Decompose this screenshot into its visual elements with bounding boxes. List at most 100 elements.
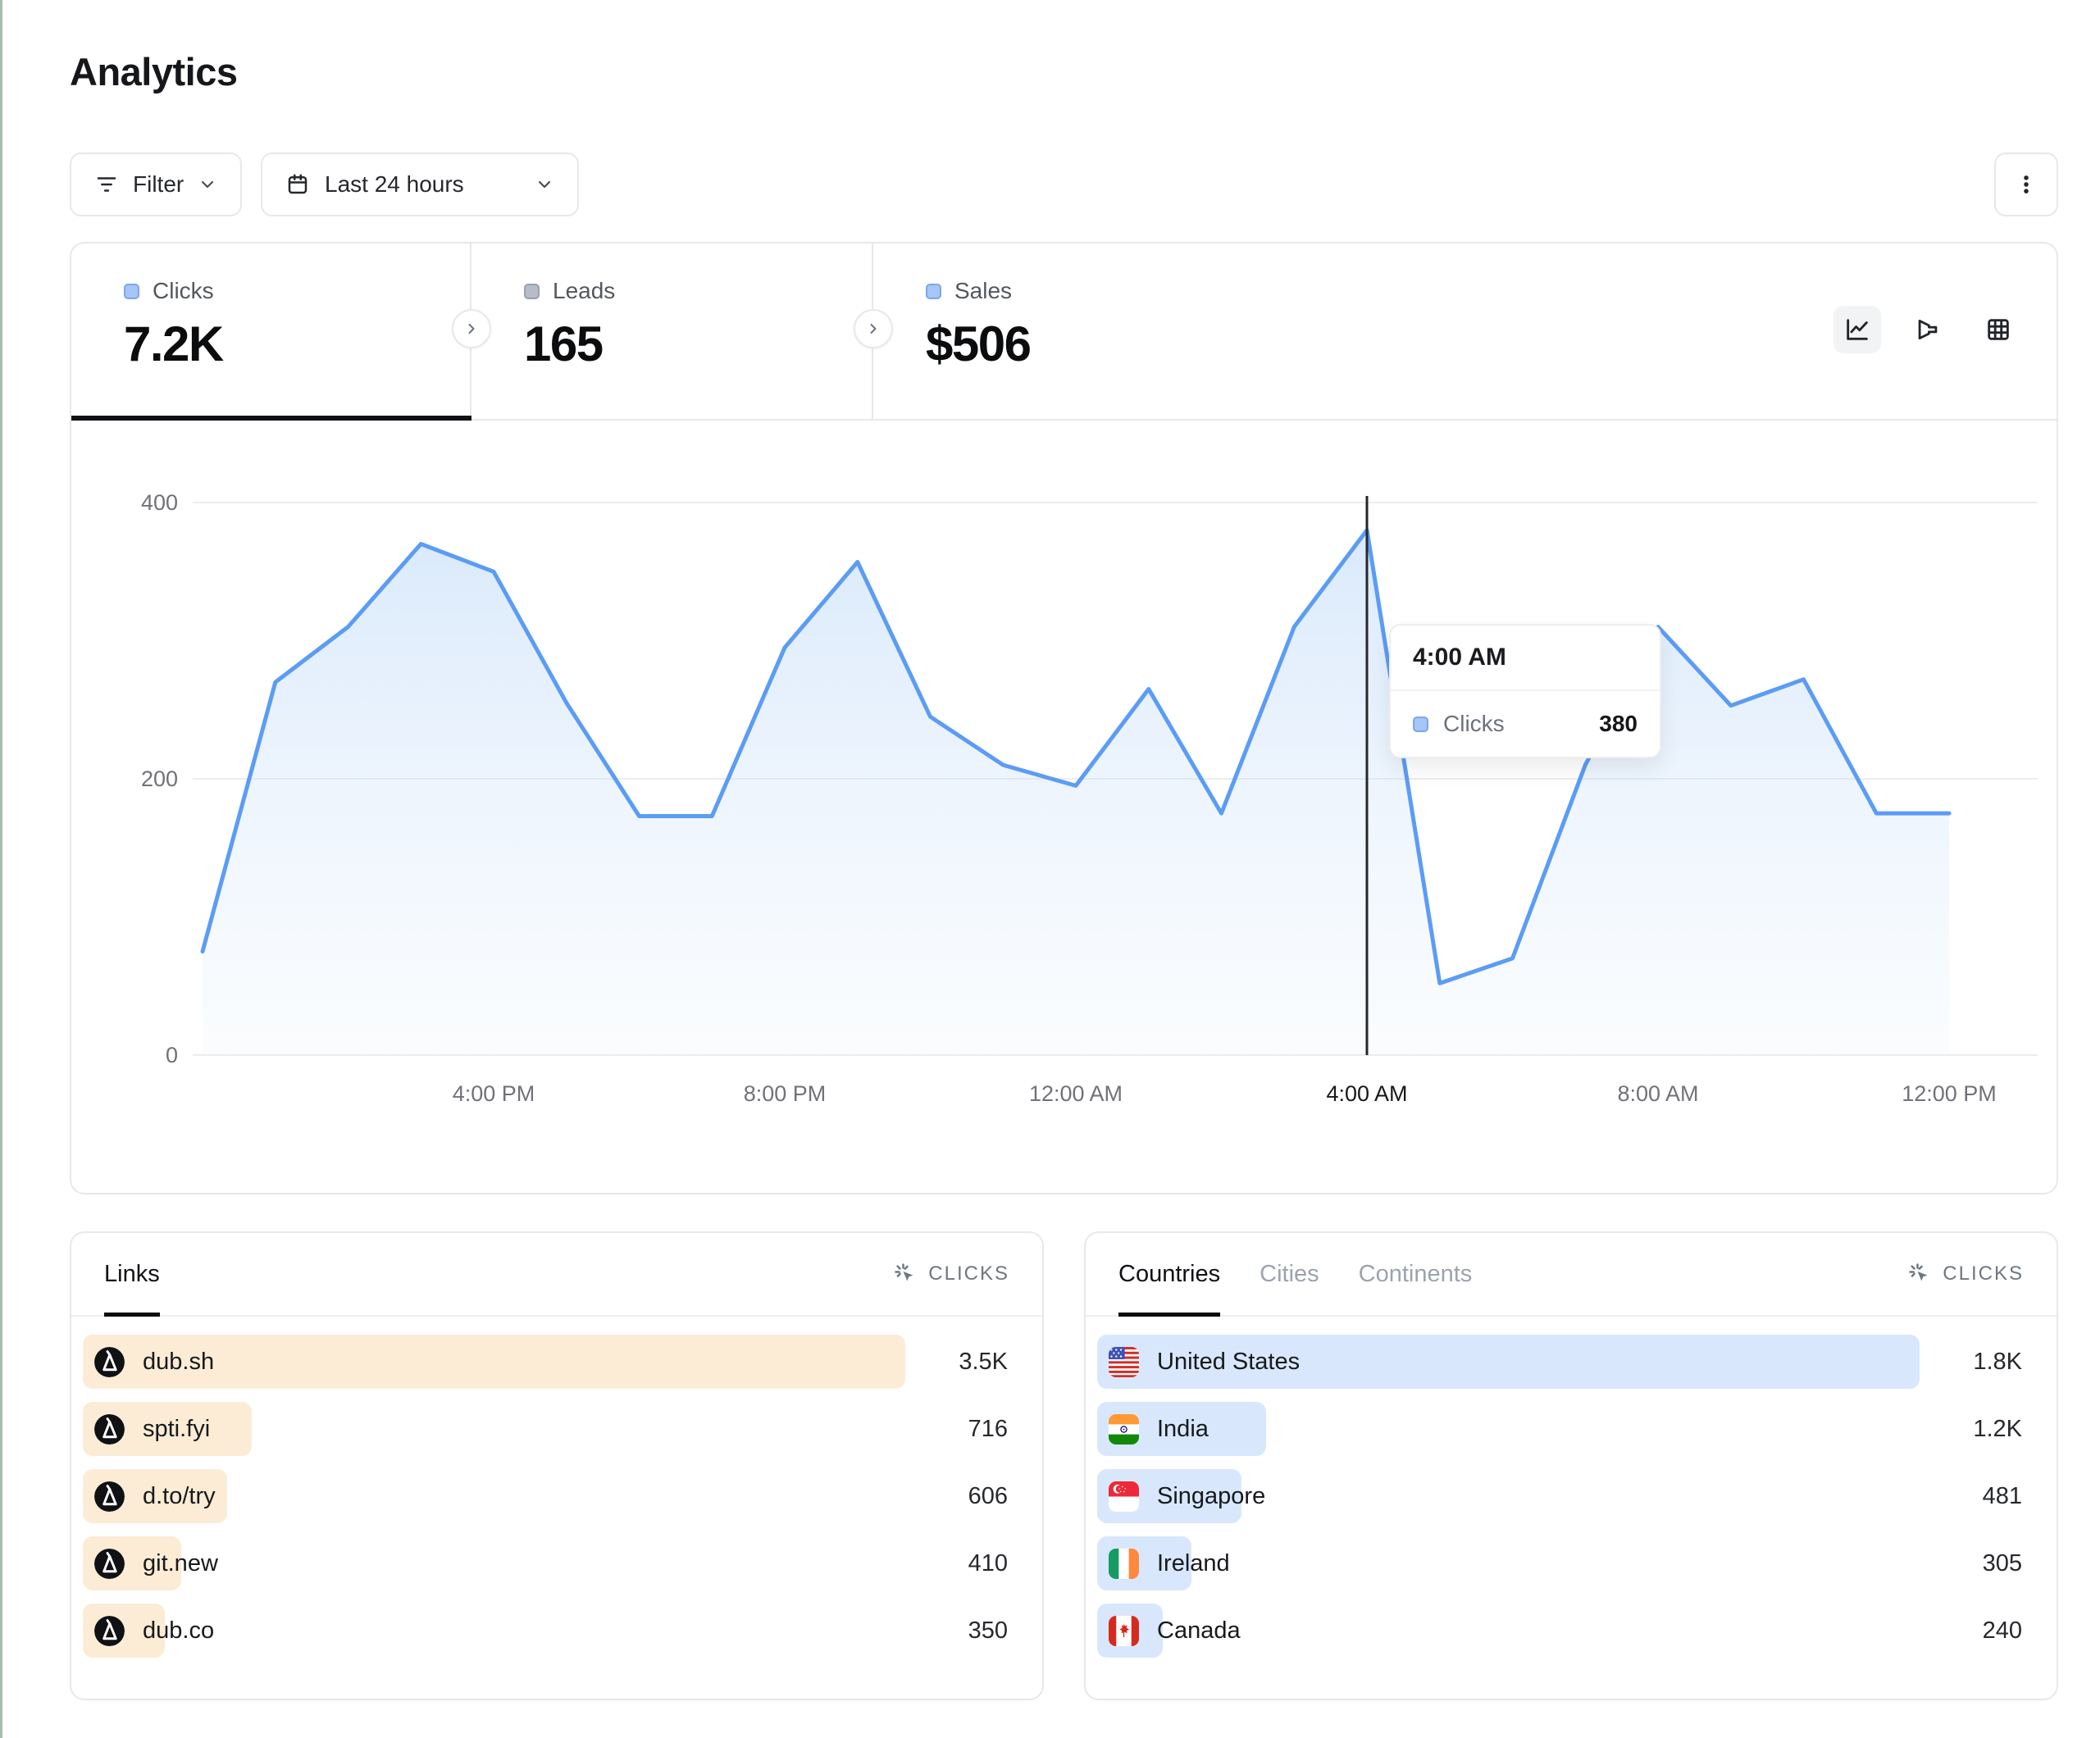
cursor-click-icon (893, 1262, 918, 1286)
countries-metric-label: CLICKS (1943, 1263, 2024, 1285)
list-item[interactable]: dub.co 350 (83, 1604, 1008, 1658)
window-edge (0, 0, 2, 1738)
line-chart-toggle[interactable] (1834, 306, 1881, 353)
date-range-button[interactable]: Last 24 hours (261, 152, 579, 216)
item-label: United States (1157, 1349, 1300, 1376)
list-item[interactable]: United States 1.8K (1097, 1335, 2022, 1389)
bar-zone: dub.co (83, 1604, 905, 1658)
svg-text:12:00 AM: 12:00 AM (1029, 1081, 1123, 1106)
item-click-count: 1.2K (1973, 1402, 2022, 1456)
chevron-down-icon (198, 175, 217, 194)
list-item[interactable]: spti.fyi 716 (83, 1402, 1008, 1456)
item-click-count: 1.8K (1973, 1335, 2022, 1389)
chevron-right-icon (463, 321, 480, 337)
svg-text:400: 400 (141, 490, 178, 515)
svg-text:8:00 AM: 8:00 AM (1617, 1081, 1698, 1106)
list-item[interactable]: d.to/try 606 (83, 1469, 1008, 1523)
chevron-down-icon (535, 175, 554, 194)
clicks-tab-label: Clicks (153, 278, 214, 304)
item-label: dub.co (143, 1617, 214, 1645)
item-click-count: 481 (1983, 1469, 2022, 1523)
item-label: spti.fyi (143, 1416, 210, 1443)
expand-clicks-button[interactable] (452, 309, 491, 348)
item-label: Ireland (1157, 1550, 1230, 1577)
cursor-click-icon (1907, 1262, 1932, 1286)
item-click-count: 410 (968, 1536, 1008, 1590)
expand-leads-button[interactable] (854, 309, 893, 348)
item-click-count: 3.5K (959, 1335, 1008, 1389)
funnel-chart-icon (1914, 316, 1942, 344)
bar-zone: dub.sh (83, 1335, 905, 1389)
svg-text:12:00 PM: 12:00 PM (1902, 1081, 1997, 1106)
bar-zone: spti.fyi (83, 1402, 905, 1456)
item-click-count: 350 (968, 1604, 1008, 1658)
list-item[interactable]: Ireland 305 (1097, 1536, 2022, 1590)
bar-zone: Ireland (1097, 1536, 1920, 1590)
svg-text:0: 0 (166, 1043, 178, 1067)
countries-metric-header[interactable]: CLICKS (1907, 1262, 2024, 1286)
tooltip-series-icon (1413, 717, 1428, 732)
kebab-icon (2014, 172, 2039, 197)
dub-favicon-icon (94, 1414, 125, 1445)
item-click-count: 305 (1983, 1536, 2022, 1590)
tab-countries[interactable]: Countries (1118, 1233, 1220, 1315)
area-chart-canvas: 0200400 4:00 PM8:00 PM12:00 AM4:00 AM8:0… (71, 419, 2057, 1194)
filter-button[interactable]: Filter (70, 152, 242, 216)
analytics-panel: Clicks 7.2K Leads 165 Sales $506 (70, 242, 2058, 1194)
svg-text:8:00 PM: 8:00 PM (744, 1081, 827, 1106)
us-flag-icon (1109, 1347, 1139, 1377)
filter-label: Filter (133, 171, 184, 198)
item-label: git.new (143, 1550, 218, 1577)
item-label: Canada (1157, 1617, 1241, 1645)
table-grid-icon (1984, 316, 2012, 344)
list-item[interactable]: India 1.2K (1097, 1402, 2022, 1456)
svg-text:4:00 PM: 4:00 PM (453, 1081, 535, 1106)
links-card: Links CLICKS dub.sh 3.5K spti.fyi 716 (70, 1231, 1044, 1700)
active-tab-underline (71, 416, 471, 421)
dub-favicon-icon (94, 1616, 125, 1646)
date-range-label: Last 24 hours (325, 171, 520, 198)
links-metric-label: CLICKS (928, 1263, 1009, 1285)
tab-leads[interactable]: Leads 165 (471, 243, 873, 419)
bar-zone: Singapore (1097, 1469, 1920, 1523)
clicks-legend-icon (124, 284, 139, 299)
funnel-chart-toggle[interactable] (1904, 306, 1952, 353)
table-view-toggle[interactable] (1975, 306, 2022, 353)
dub-favicon-icon (94, 1549, 125, 1579)
leads-value: 165 (524, 316, 872, 372)
calendar-icon (285, 172, 310, 197)
countries-card: Countries Cities Continents CLICKS Unite… (1084, 1231, 2058, 1700)
item-click-count: 606 (968, 1469, 1008, 1523)
item-click-count: 240 (1983, 1604, 2022, 1658)
bar-zone: git.new (83, 1536, 905, 1590)
chart-tooltip: 4:00 AM Clicks 380 (1389, 624, 1661, 758)
item-label: Singapore (1157, 1483, 1265, 1510)
line-chart-icon (1843, 316, 1871, 344)
clicks-chart[interactable]: 0200400 4:00 PM8:00 PM12:00 AM4:00 AM8:0… (71, 419, 2057, 1194)
clicks-value: 7.2K (124, 316, 470, 372)
tooltip-value: 380 (1599, 711, 1638, 737)
more-options-button[interactable] (1994, 152, 2058, 216)
sg-flag-icon (1109, 1481, 1139, 1512)
sales-legend-icon (926, 284, 941, 299)
svg-text:4:00 AM: 4:00 AM (1326, 1081, 1407, 1106)
sales-tab-label: Sales (954, 278, 1012, 304)
tooltip-time: 4:00 AM (1391, 626, 1660, 691)
chart-view-toggles (1834, 306, 2022, 353)
bar-zone: India (1097, 1402, 1920, 1456)
tab-continents[interactable]: Continents (1359, 1233, 1473, 1315)
in-flag-icon (1109, 1414, 1139, 1445)
bar-zone: United States (1097, 1335, 1920, 1389)
dub-favicon-icon (94, 1481, 125, 1512)
countries-list: United States 1.8K India 1.2K Singapore … (1097, 1335, 2022, 1671)
tab-cities[interactable]: Cities (1260, 1233, 1319, 1315)
links-metric-header[interactable]: CLICKS (893, 1262, 1009, 1286)
tab-links[interactable]: Links (104, 1233, 160, 1315)
dub-favicon-icon (94, 1347, 125, 1377)
chevron-right-icon (865, 321, 881, 337)
list-item[interactable]: Canada 240 (1097, 1604, 2022, 1658)
list-item[interactable]: git.new 410 (83, 1536, 1008, 1590)
list-item[interactable]: dub.sh 3.5K (83, 1335, 1008, 1389)
list-item[interactable]: Singapore 481 (1097, 1469, 2022, 1523)
tab-clicks[interactable]: Clicks 7.2K (71, 243, 471, 419)
